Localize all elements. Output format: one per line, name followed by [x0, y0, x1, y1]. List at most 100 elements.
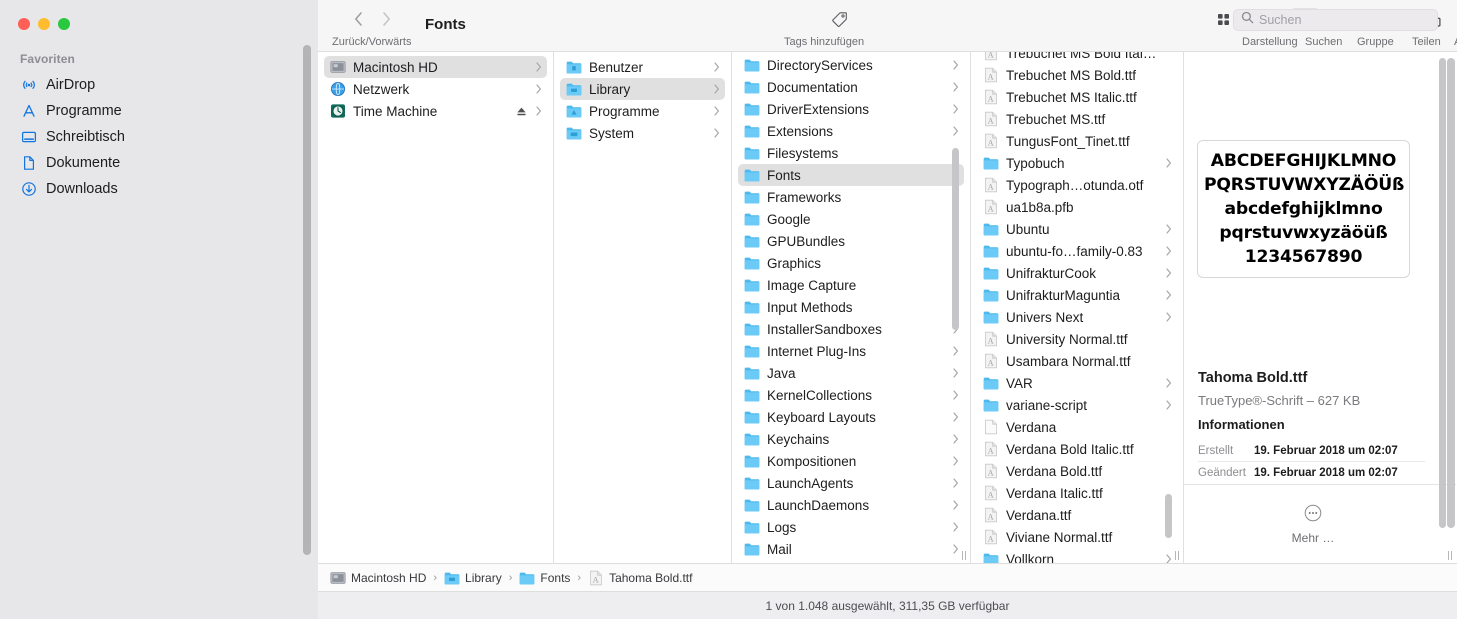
file-row[interactable]: A Verdana.ttf — [977, 504, 1177, 526]
back-button[interactable] — [351, 10, 365, 28]
search-input[interactable] — [1259, 13, 1424, 27]
svg-text:A: A — [988, 94, 994, 103]
documents-icon — [20, 155, 37, 172]
chevron-right-icon — [951, 82, 960, 92]
folder-row[interactable]: Google — [738, 208, 964, 230]
folder-row[interactable]: variane-script — [977, 394, 1177, 416]
close-button[interactable] — [18, 18, 30, 30]
search-field[interactable] — [1233, 9, 1438, 31]
folder-row[interactable]: Extensions — [738, 120, 964, 142]
sidebar-item-downloads[interactable]: Downloads — [10, 176, 300, 202]
folder-row[interactable]: KernelCollections — [738, 384, 964, 406]
item-label: University Normal.ttf — [1006, 331, 1128, 347]
folder-row[interactable]: InstallerSandboxes — [738, 318, 964, 340]
folder-row[interactable]: Documentation — [738, 76, 964, 98]
folder-row[interactable]: Keyboard Layouts — [738, 406, 964, 428]
file-row[interactable]: A Usambara Normal.ttf — [977, 350, 1177, 372]
file-row[interactable]: A Typograph…otunda.otf — [977, 174, 1177, 196]
item-label: Keychains — [767, 431, 830, 447]
folder-row[interactable]: LaunchAgents — [738, 472, 964, 494]
specimen-line: abcdefghijklmno — [1224, 199, 1383, 219]
folder-row[interactable]: Image Capture — [738, 274, 964, 296]
column-resize-handle[interactable] — [1445, 550, 1454, 561]
eject-icon[interactable] — [516, 106, 527, 117]
chevron-right-icon — [534, 106, 543, 116]
column-resize-handle[interactable] — [1172, 550, 1181, 561]
sidebar-item-programme[interactable]: Programme — [10, 98, 300, 124]
folder-row[interactable]: Typobuch — [977, 152, 1177, 174]
folder-row[interactable]: Fonts — [738, 164, 964, 186]
file-row[interactable]: A Verdana Italic.ttf — [977, 482, 1177, 504]
forward-button[interactable] — [379, 10, 393, 28]
fonts-column-scrollbar[interactable] — [1165, 494, 1172, 538]
path-item[interactable]: Library — [444, 570, 502, 586]
folder-row[interactable]: Keychains — [738, 428, 964, 450]
folder-row[interactable]: ubuntu-fo…family-0.83 — [977, 240, 1177, 262]
item-label: Ubuntu — [1006, 221, 1050, 237]
folder-row[interactable]: Benutzer — [560, 56, 725, 78]
path-item[interactable]: Macintosh HD — [330, 570, 426, 586]
folder-row[interactable]: System — [560, 122, 725, 144]
zoom-button[interactable] — [58, 18, 70, 30]
folder-row[interactable]: Input Methods — [738, 296, 964, 318]
file-row[interactable]: A Verdana Bold.ttf — [977, 460, 1177, 482]
folder-row[interactable]: Library — [560, 78, 725, 100]
library-column-scrollbar[interactable] — [952, 148, 959, 330]
file-row[interactable]: A University Normal.ttf — [977, 328, 1177, 350]
folder-row[interactable]: Graphics — [738, 252, 964, 274]
folder-row[interactable]: DirectoryServices — [738, 54, 964, 76]
file-row[interactable]: Time Machine — [324, 100, 547, 122]
folder-row[interactable]: Vollkorn — [977, 548, 1177, 563]
folder-icon — [744, 321, 760, 337]
folder-row[interactable]: Internet Plug-Ins — [738, 340, 964, 362]
folder-row[interactable]: GPUBundles — [738, 230, 964, 252]
specimen-line: PQRSTUVWXYZÄÖÜß — [1204, 175, 1405, 195]
chevron-right-icon — [951, 368, 960, 378]
sidebar-item-airdrop[interactable]: AirDrop — [10, 72, 300, 98]
folder-row[interactable]: Mail — [738, 538, 964, 560]
file-row[interactable]: Macintosh HD — [324, 56, 547, 78]
preview-pane-scrollbar[interactable] — [1439, 58, 1446, 528]
preview-more-button[interactable]: Mehr … — [1184, 504, 1442, 545]
folder-row[interactable]: Frameworks — [738, 186, 964, 208]
sidebar-item-dokumente[interactable]: Dokumente — [10, 150, 300, 176]
file-row[interactable]: A Viviane Normal.ttf — [977, 526, 1177, 548]
chevron-right-icon — [951, 500, 960, 510]
folder-row[interactable]: UnifrakturMaguntia — [977, 284, 1177, 306]
chevron-right-icon — [1164, 246, 1173, 256]
file-row[interactable]: A ua1b8a.pfb — [977, 196, 1177, 218]
file-row[interactable]: A Trebuchet MS.ttf — [977, 108, 1177, 130]
file-row[interactable]: A TungusFont_Tinet.ttf — [977, 130, 1177, 152]
folder-row[interactable]: Ubuntu — [977, 218, 1177, 240]
add-tags-label: Tags hinzufügen — [784, 36, 865, 48]
folder-row[interactable]: LaunchDaemons — [738, 494, 964, 516]
folder-row[interactable]: Java — [738, 362, 964, 384]
folder-row[interactable]: Kompositionen — [738, 450, 964, 472]
folder-row[interactable]: Logs — [738, 516, 964, 538]
folder-row[interactable]: Univers Next — [977, 306, 1177, 328]
folder-row[interactable]: Filesystems — [738, 142, 964, 164]
add-tags-button[interactable] — [824, 8, 854, 30]
folder-row[interactable]: DriverExtensions — [738, 98, 964, 120]
column-resize-handle[interactable] — [959, 550, 968, 561]
file-row[interactable]: Verdana — [977, 416, 1177, 438]
file-row[interactable]: A Trebuchet MS Italic.ttf — [977, 86, 1177, 108]
chevron-right-icon — [951, 60, 960, 70]
folder-icon — [744, 409, 760, 425]
path-item[interactable]: Fonts — [519, 570, 570, 586]
file-row[interactable]: A Verdana Bold Italic.ttf — [977, 438, 1177, 460]
font-file-icon: A — [983, 485, 999, 501]
folder-row[interactable]: Programme — [560, 100, 725, 122]
window-vertical-scrollbar[interactable] — [1447, 58, 1455, 528]
file-row[interactable]: Netzwerk — [324, 78, 547, 100]
file-row[interactable]: A Trebuchet MS Bold.ttf — [977, 64, 1177, 86]
chevron-right-icon — [1164, 224, 1173, 234]
minimize-button[interactable] — [38, 18, 50, 30]
file-row[interactable]: A Trebuchet MS Bold Italic.ttf — [977, 52, 1177, 64]
sidebar-scrollbar[interactable] — [303, 45, 311, 555]
folder-row[interactable]: UnifrakturCook — [977, 262, 1177, 284]
sidebar-item-schreibtisch[interactable]: Schreibtisch — [10, 124, 300, 150]
path-item[interactable]: A Tahoma Bold.ttf — [588, 570, 692, 586]
folder-row[interactable]: VAR — [977, 372, 1177, 394]
item-label: Library — [589, 81, 631, 97]
